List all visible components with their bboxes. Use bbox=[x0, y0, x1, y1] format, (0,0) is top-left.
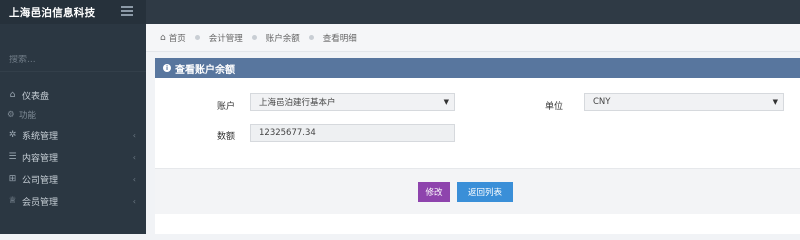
sidebar-item-label: 公司管理 bbox=[22, 175, 59, 186]
sidebar-item-dashboard[interactable]: ⌂ 仪表盘 bbox=[0, 84, 146, 106]
amount-field[interactable]: 12325677.34 bbox=[250, 124, 455, 142]
settings-icon: ✲ bbox=[8, 130, 17, 140]
sidebar-item-company[interactable]: ⊞ 公司管理 ‹ bbox=[0, 168, 146, 190]
gear-icon: ⚙ bbox=[7, 110, 15, 120]
unit-select[interactable]: CNY ▼ bbox=[584, 93, 784, 111]
unit-label: 单位 bbox=[545, 102, 564, 112]
chevron-left-icon: ‹ bbox=[132, 152, 136, 162]
sidebar-section-label: 功能 bbox=[19, 111, 37, 121]
sidebar-search bbox=[0, 48, 146, 72]
chevron-left-icon: ‹ bbox=[132, 174, 136, 184]
breadcrumb-current: 查看明细 bbox=[322, 33, 357, 44]
breadcrumb-account-balance[interactable]: 账户余额 bbox=[266, 32, 300, 44]
sidebar-section: ⚙ 功能 bbox=[0, 106, 146, 124]
home-icon: ⌂ bbox=[160, 32, 166, 43]
sidebar-item-label: 仪表盘 bbox=[22, 91, 50, 102]
sidebar-item-label: 内容管理 bbox=[22, 153, 59, 164]
chevron-left-icon: ‹ bbox=[132, 196, 136, 206]
home-icon: ⌂ bbox=[9, 90, 16, 100]
brand-title: 上海邑泊信息科技 bbox=[9, 6, 96, 19]
account-select-value: 上海邑泊建行基本户 bbox=[259, 98, 336, 108]
amount-label: 数额 bbox=[217, 132, 236, 142]
sidebar-item-label: 系统管理 bbox=[22, 131, 59, 142]
panel-title: 查看账户余额 bbox=[175, 64, 235, 76]
breadcrumb-label: 首页 bbox=[168, 33, 186, 44]
panel-header: i 查看账户余额 bbox=[155, 58, 800, 78]
amount-field-value: 12325677.34 bbox=[259, 128, 316, 138]
account-balance-panel: i 查看账户余额 账户 上海邑泊建行基本户 ▼ 单位 CNY ▼ 数额 1232… bbox=[155, 58, 800, 234]
list-icon: ☰ bbox=[8, 152, 17, 162]
sidebar-item-system[interactable]: ✲ 系统管理 ‹ bbox=[0, 124, 146, 146]
edit-button[interactable]: 修改 bbox=[418, 182, 450, 202]
breadcrumb-home[interactable]: ⌂ 首页 bbox=[160, 32, 186, 44]
top-navbar bbox=[146, 0, 800, 24]
hamburger-menu-icon[interactable] bbox=[121, 6, 133, 16]
sidebar-item-content[interactable]: ☰ 内容管理 ‹ bbox=[0, 146, 146, 168]
form-actions: 修改 返回列表 bbox=[155, 168, 800, 214]
account-label: 账户 bbox=[217, 102, 236, 112]
caret-down-icon: ▼ bbox=[772, 98, 778, 106]
sidebar-item-label: 会员管理 bbox=[22, 197, 59, 208]
search-input[interactable] bbox=[9, 54, 119, 65]
breadcrumb-separator bbox=[308, 35, 314, 40]
account-select[interactable]: 上海邑泊建行基本户 ▼ bbox=[250, 93, 455, 111]
breadcrumb: ⌂ 首页 会计管理 账户余额 查看明细 bbox=[146, 24, 800, 52]
breadcrumb-separator bbox=[251, 35, 257, 40]
breadcrumb-separator bbox=[194, 35, 200, 40]
sitemap-icon: ⊞ bbox=[8, 174, 17, 184]
breadcrumb-accounting[interactable]: 会计管理 bbox=[209, 32, 243, 44]
sidebar-spacer bbox=[0, 24, 146, 48]
app: 上海邑泊信息科技 ⌂ 仪表盘 ⚙ 功能 ✲ 系统管理 ‹ ☰ 内容管理 ‹ ⊞ bbox=[0, 0, 800, 234]
caret-down-icon: ▼ bbox=[443, 98, 449, 106]
sidebar-item-members[interactable]: ♕ 会员管理 ‹ bbox=[0, 190, 146, 212]
sidebar: 上海邑泊信息科技 ⌂ 仪表盘 ⚙ 功能 ✲ 系统管理 ‹ ☰ 内容管理 ‹ ⊞ bbox=[0, 0, 146, 234]
chevron-left-icon: ‹ bbox=[132, 130, 136, 140]
trophy-icon: ♕ bbox=[8, 196, 17, 206]
back-to-list-button[interactable]: 返回列表 bbox=[457, 182, 513, 202]
info-icon: i bbox=[163, 64, 171, 72]
unit-select-value: CNY bbox=[593, 97, 611, 107]
